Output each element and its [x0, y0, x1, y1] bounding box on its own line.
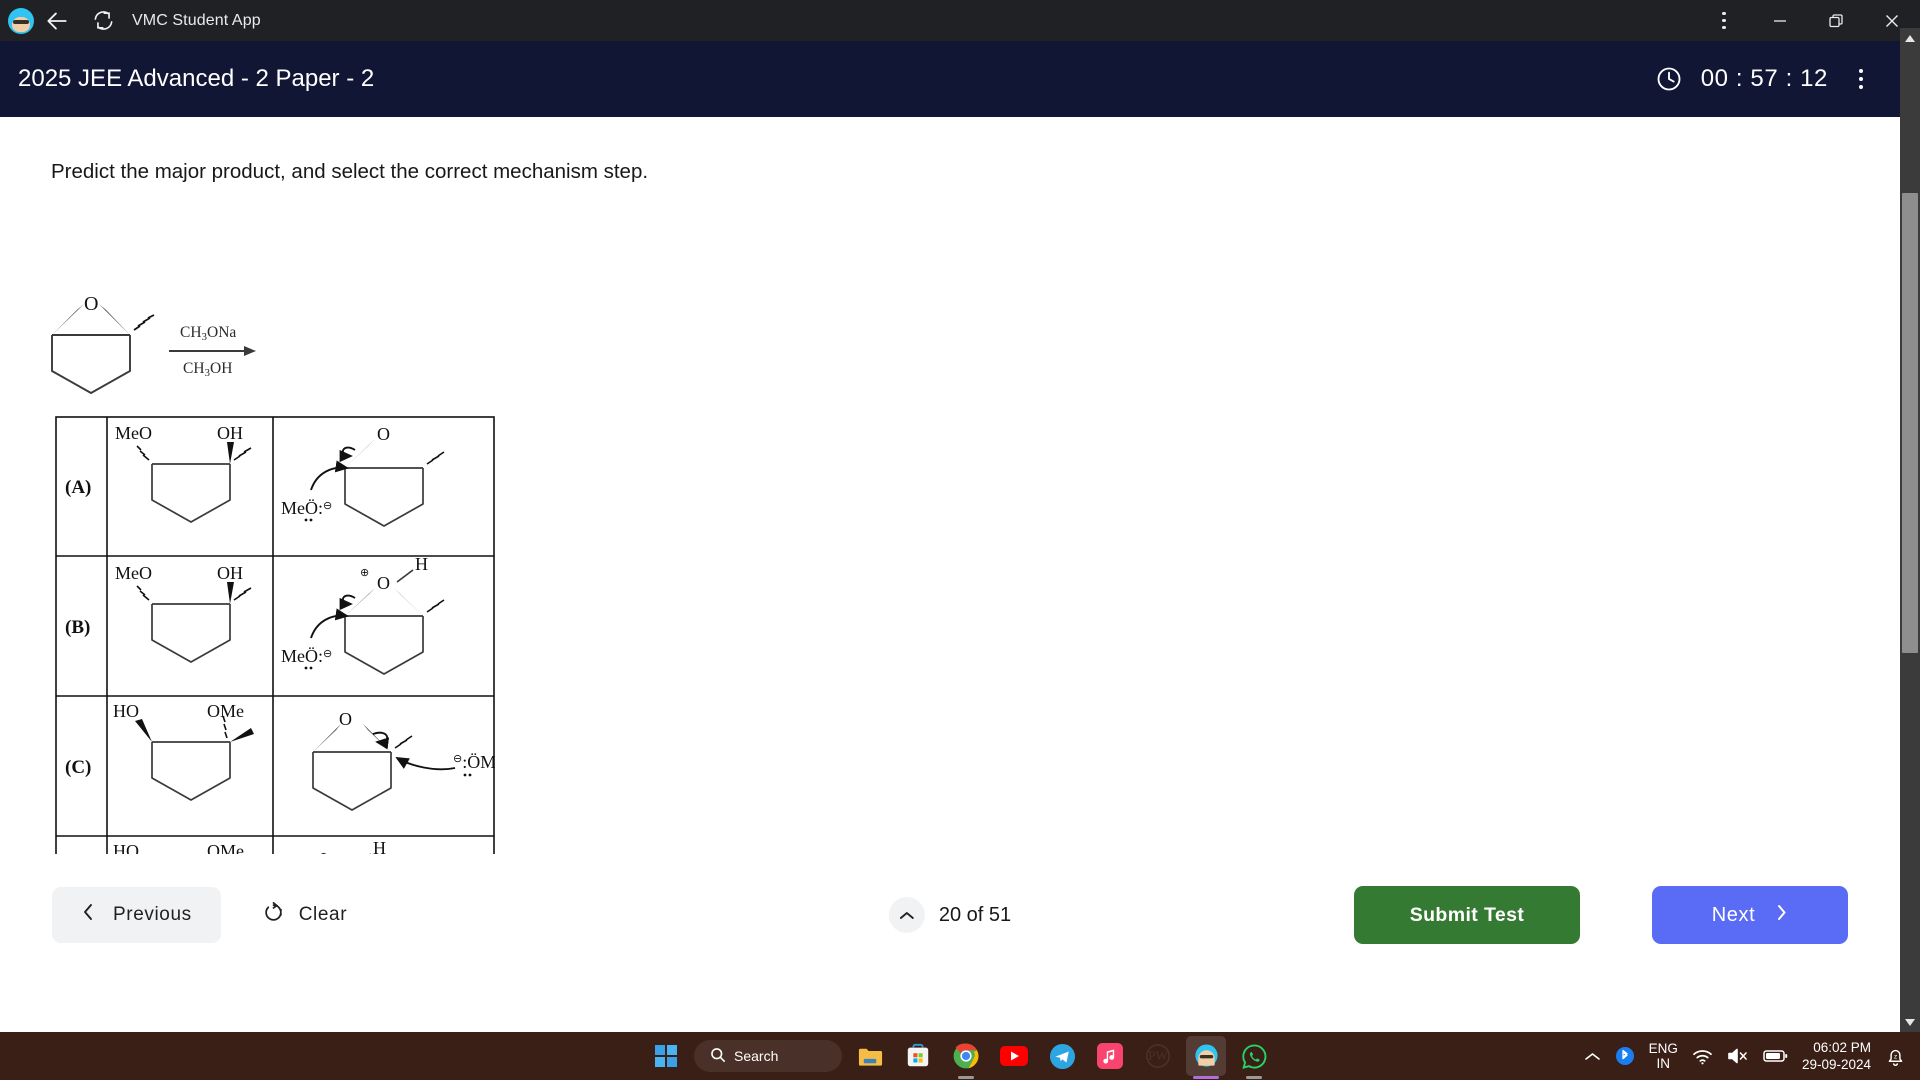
footer-navigation: Previous Clear 20 of 51 Submit Test Next: [0, 854, 1900, 976]
notifications-silent-icon[interactable]: z: [1885, 1046, 1906, 1067]
option-b-nucleophile: MeÖ:⊖: [281, 646, 332, 666]
taskbar-clock[interactable]: 06:02 PM 29-09-2024: [1802, 1039, 1871, 1073]
option-c-nucleophile: ⊖:ÖMe: [453, 752, 495, 772]
next-button-label: Next: [1711, 903, 1756, 926]
reagent-top-label: CH3ONa: [180, 324, 236, 343]
option-c-epoxide-o: O: [339, 709, 352, 729]
page-title: 2025 JEE Advanced - 2 Paper - 2: [18, 65, 375, 92]
user-avatar[interactable]: [8, 7, 34, 34]
option-label-b: (B): [65, 617, 90, 638]
search-placeholder: Search: [734, 1048, 779, 1064]
kebab-menu-icon[interactable]: [1696, 0, 1752, 41]
taskbar-items: Search PW: [646, 1036, 1274, 1079]
option-b-h-label: H: [415, 554, 428, 574]
previous-button[interactable]: Previous: [52, 887, 221, 943]
window-title: VMC Student App: [132, 11, 261, 29]
screen: VMC Student App 2025 JEE Advanced - 2 Pa…: [0, 0, 1920, 1080]
language-line-2: IN: [1656, 1056, 1671, 1071]
physics-wallah-icon[interactable]: PW: [1138, 1036, 1178, 1076]
telegram-icon[interactable]: [1042, 1036, 1082, 1076]
option-c-left-group: HO: [113, 701, 139, 721]
options-table: (A) MeO OH O MeÖ:⊖ (B) MeO OH O ⊕ H MeÖ:…: [55, 416, 495, 854]
wifi-icon[interactable]: [1692, 1048, 1713, 1065]
option-a-right-group: OH: [217, 423, 243, 443]
file-explorer-icon[interactable]: [850, 1036, 890, 1076]
vertical-scrollbar[interactable]: [1900, 28, 1920, 1032]
header-kebab-menu-icon[interactable]: [1846, 62, 1876, 96]
epoxide-oxygen-label: O: [84, 295, 98, 315]
music-app-icon[interactable]: [1090, 1036, 1130, 1076]
pager-label: 20 of 51: [938, 903, 1012, 926]
reset-icon: [263, 901, 284, 929]
clock-date: 29-09-2024: [1801, 1057, 1871, 1072]
reagent-bottom-label: CH3OH: [183, 360, 232, 379]
submit-test-button[interactable]: Submit Test: [1354, 886, 1580, 944]
option-a-left-group: MeO: [115, 423, 152, 443]
back-arrow-icon[interactable]: [34, 0, 80, 41]
clear-button[interactable]: Clear: [243, 887, 367, 943]
scroll-down-arrow-icon[interactable]: [1900, 1012, 1920, 1032]
previous-button-label: Previous: [113, 904, 192, 925]
restore-icon[interactable]: [1808, 0, 1864, 41]
question-pager[interactable]: 20 of 51: [888, 897, 1012, 933]
option-c-right-group: OMe: [207, 701, 244, 721]
clock-icon: [1655, 65, 1683, 93]
chevron-left-icon: [81, 902, 95, 928]
battery-icon[interactable]: [1763, 1049, 1788, 1063]
option-a-epoxide-o: O: [377, 424, 390, 444]
search-icon: [710, 1047, 726, 1066]
minimize-icon[interactable]: [1752, 0, 1808, 41]
whatsapp-icon[interactable]: [1234, 1036, 1274, 1079]
svg-text:PW: PW: [1148, 1048, 1168, 1063]
svg-text:z: z: [1894, 1053, 1897, 1060]
question-content: Predict the major product, and select th…: [0, 117, 1900, 854]
window-controls: [1696, 0, 1920, 41]
footer-actions: Submit Test Next: [1354, 886, 1848, 944]
bluetooth-icon[interactable]: [1615, 1046, 1635, 1066]
option-d-left-group: HO: [113, 841, 139, 854]
chevron-right-icon: [1775, 903, 1788, 928]
search-input[interactable]: Search: [694, 1040, 842, 1072]
vmc-student-app-icon[interactable]: [1186, 1036, 1226, 1079]
option-label-a: (A): [65, 477, 91, 498]
youtube-icon[interactable]: [994, 1036, 1034, 1076]
option-label-c: (C): [65, 757, 91, 778]
header-right-group: 00 : 57 : 12: [1655, 62, 1876, 96]
window-titlebar: VMC Student App: [0, 0, 1920, 41]
exam-header: 2025 JEE Advanced - 2 Paper - 2 00 : 57 …: [0, 41, 1900, 117]
google-chrome-icon[interactable]: [946, 1036, 986, 1079]
chevron-up-icon[interactable]: [888, 897, 925, 933]
volume-muted-icon[interactable]: [1727, 1047, 1749, 1065]
next-button[interactable]: Next: [1652, 886, 1848, 944]
option-b-positive-charge: ⊕: [360, 567, 369, 579]
scroll-up-arrow-icon[interactable]: [1900, 28, 1920, 48]
reaction-scheme: O CH3ONa CH3OH: [44, 295, 304, 407]
clock-time: 06:02 PM: [1813, 1040, 1871, 1055]
option-b-right-group: OH: [217, 563, 243, 583]
scroll-thumb[interactable]: [1902, 193, 1918, 653]
option-a-nucleophile: MeÖ:⊖: [281, 498, 332, 518]
windows-start-icon[interactable]: [646, 1036, 686, 1076]
question-prompt: Predict the major product, and select th…: [51, 160, 649, 183]
reload-icon[interactable]: [80, 0, 126, 41]
option-d-right-group: OMe: [207, 841, 244, 854]
language-indicator[interactable]: ENG IN: [1649, 1041, 1678, 1071]
windows-taskbar: Search PW ENG IN 06:02 PM 29-09-2024 z: [0, 1032, 1920, 1080]
option-d-h-label: H: [373, 838, 386, 854]
option-b-epoxide-o: O: [377, 573, 390, 593]
system-tray: ENG IN 06:02 PM 29-09-2024 z: [1584, 1032, 1920, 1080]
language-line-1: ENG: [1648, 1041, 1678, 1056]
microsoft-store-icon[interactable]: [898, 1036, 938, 1076]
option-b-left-group: MeO: [115, 563, 152, 583]
tray-overflow-chevron-up-icon[interactable]: [1584, 1051, 1601, 1062]
clear-button-label: Clear: [298, 904, 348, 925]
exam-timer: 00 : 57 : 12: [1700, 65, 1828, 92]
